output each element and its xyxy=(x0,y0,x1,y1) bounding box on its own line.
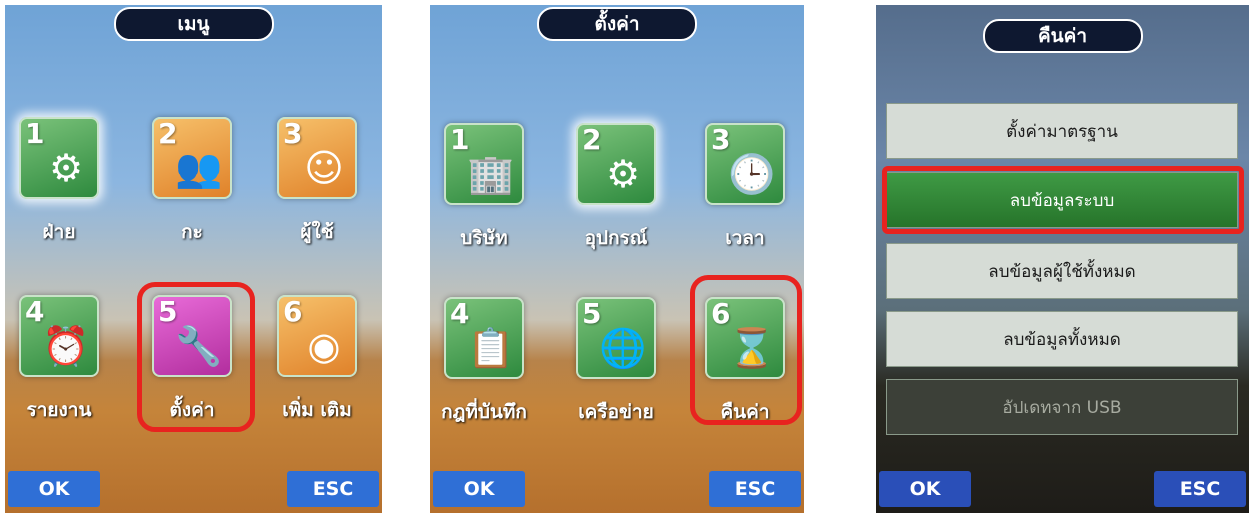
gear-paper-icon: ⚙ xyxy=(48,146,84,190)
selection-highlight xyxy=(137,282,255,432)
clock-icon: 🕒 xyxy=(728,152,776,196)
department-tile[interactable]: 1 ⚙ xyxy=(19,117,99,199)
ok-button[interactable]: OK xyxy=(433,471,525,507)
screen-title: เมนู xyxy=(113,7,274,41)
rules-tile[interactable]: 4 📋 xyxy=(444,297,524,379)
more-tile[interactable]: 6 ◉ xyxy=(277,295,357,377)
company-tile[interactable]: 1 🏢 xyxy=(444,123,524,205)
device-tile[interactable]: 2 ⚙ xyxy=(576,123,656,205)
ok-button[interactable]: OK xyxy=(879,471,971,507)
department-label: ฝ่าย xyxy=(42,221,76,243)
clipboard-icon: 📋 xyxy=(467,326,515,370)
desert-wallpaper xyxy=(430,5,804,513)
esc-button[interactable]: ESC xyxy=(709,471,801,507)
restore-screen: คืนค่า ตั้งค่ามาตรฐาน ลบข้อมูลระบบ ลบข้อ… xyxy=(876,5,1249,513)
rules-label: กฎที่บันทึก xyxy=(441,401,527,423)
gear-icon: ⚙ xyxy=(605,152,641,196)
device-label: อุปกรณ์ xyxy=(584,227,648,249)
menu-item-clear-all-data[interactable]: ลบข้อมูลทั้งหมด xyxy=(886,311,1238,367)
main-menu-screen: เมนู 1 ⚙ ฝ่าย 2 👥 กะ 3 ☺ ผู้ใช้ 4 ⏰ รายง… xyxy=(5,5,382,513)
esc-button[interactable]: ESC xyxy=(287,471,379,507)
network-tile[interactable]: 5 🌐 xyxy=(576,297,656,379)
ok-button[interactable]: OK xyxy=(8,471,100,507)
screen-title: คืนค่า xyxy=(982,19,1143,53)
screen-title: ตั้งค่า xyxy=(537,7,697,41)
users-clock-icon: 👥 xyxy=(175,146,223,190)
report-tile[interactable]: 4 ⏰ xyxy=(19,295,99,377)
time-label: เวลา xyxy=(725,227,765,249)
shift-label: กะ xyxy=(181,221,203,243)
company-label: บริษัท xyxy=(460,227,508,249)
menu-item-clear-all-users[interactable]: ลบข้อมูลผู้ใช้ทั้งหมด xyxy=(886,243,1238,299)
shift-tile[interactable]: 2 👥 xyxy=(152,117,232,199)
selection-highlight xyxy=(690,275,802,425)
network-icon: 🌐 xyxy=(599,326,647,370)
building-icon: 🏢 xyxy=(467,152,515,196)
user-label: ผู้ใช้ xyxy=(300,221,334,243)
disc-icon: ◉ xyxy=(307,324,341,368)
menu-item-update-from-usb[interactable]: อัปเดทจาก USB xyxy=(886,379,1238,435)
esc-button[interactable]: ESC xyxy=(1154,471,1246,507)
selection-highlight xyxy=(882,166,1244,234)
desert-wallpaper xyxy=(5,5,382,513)
settings-screen: ตั้งค่า 1 🏢 บริษัท 2 ⚙ อุปกรณ์ 3 🕒 เวลา … xyxy=(430,5,804,513)
network-label: เครือข่าย xyxy=(578,401,654,423)
user-avatar-icon: ☺ xyxy=(304,146,344,190)
more-label: เพิ่ม เติม xyxy=(282,399,352,421)
report-label: รายงาน xyxy=(26,399,92,421)
user-tile[interactable]: 3 ☺ xyxy=(277,117,357,199)
menu-item-factory-defaults[interactable]: ตั้งค่ามาตรฐาน xyxy=(886,103,1238,159)
report-clock-icon: ⏰ xyxy=(42,324,90,368)
time-tile[interactable]: 3 🕒 xyxy=(705,123,785,205)
